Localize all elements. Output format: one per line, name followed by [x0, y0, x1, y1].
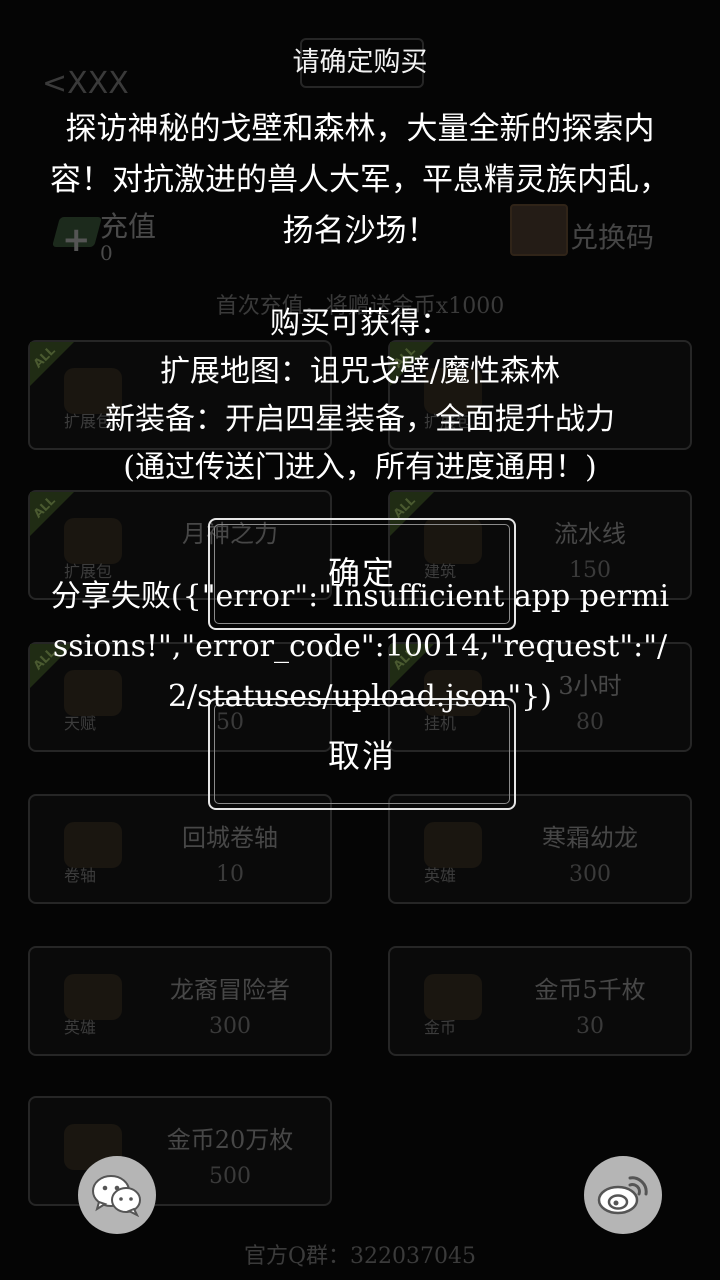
qq-group-text: 官方Q群：322037045 — [243, 1244, 476, 1269]
item-price: 30 — [576, 1014, 604, 1039]
dialog-description: 探访神秘的戈壁和森林，大量全新的探索内容！对抗激进的兽人大军，平息精灵族内乱，扬… — [50, 111, 670, 249]
item-name: 金币5千枚 — [534, 976, 646, 1004]
weibo-share-button[interactable] — [584, 1156, 662, 1234]
shop-item-card[interactable]: 英雄 寒霜幼龙 300 — [388, 794, 692, 904]
dialog-title: 请确定购买 — [292, 47, 428, 78]
item-price: 10 — [216, 862, 244, 887]
item-category: 金币 — [424, 1018, 457, 1037]
item-name: 寒霜幼龙 — [542, 824, 638, 852]
shop-item-card[interactable]: 卷轴 回城卷轴 10 — [28, 794, 332, 904]
item-category: 卷轴 — [64, 866, 97, 885]
item-price: 500 — [209, 1164, 251, 1189]
item-name: 金币20万枚 — [166, 1126, 294, 1154]
item-name: 回城卷轴 — [182, 824, 278, 852]
gain-line-equipment: 新装备：开启四星装备，全面提升战力 — [105, 402, 615, 437]
item-price: 300 — [209, 1014, 251, 1039]
item-category: 英雄 — [64, 1018, 97, 1037]
gain-line-note: (通过传送门进入，所有进度通用！) — [123, 450, 597, 485]
shop-item-card[interactable]: 金币20万枚 500 — [28, 1096, 332, 1206]
item-category: 英雄 — [424, 866, 457, 885]
gain-line-map: 扩展地图：诅咒戈壁/魔性森林 — [159, 354, 561, 389]
shop-item-card[interactable]: 英雄 龙裔冒险者 300 — [28, 946, 332, 1056]
item-price: 300 — [569, 862, 611, 887]
dialog-gain-list: 购买可获得： 扩展地图：诅咒戈壁/魔性森林 新装备：开启四星装备，全面提升战力 … — [30, 300, 690, 492]
wechat-share-button[interactable] — [78, 1156, 156, 1234]
wechat-icon — [92, 1175, 141, 1217]
item-name: 流水线 — [554, 520, 626, 548]
share-error-toast: 分享失败({"error":"Insufficient app permissi… — [50, 579, 670, 714]
shop-item-card[interactable]: 金币 金币5千枚 30 — [388, 946, 692, 1056]
item-name: 龙裔冒险者 — [170, 976, 290, 1004]
cancel-label: 取消 — [327, 737, 396, 775]
weibo-icon — [597, 1176, 648, 1215]
gain-header: 购买可获得： — [270, 306, 450, 341]
